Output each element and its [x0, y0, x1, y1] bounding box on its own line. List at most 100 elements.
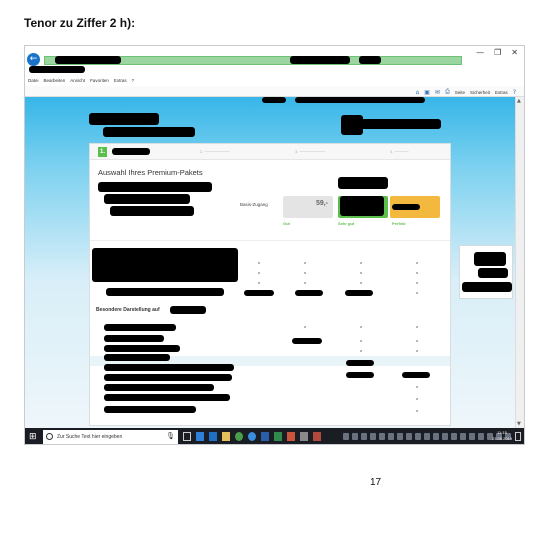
minimize-icon[interactable]: — [476, 48, 484, 57]
redacted-list-5 [104, 364, 234, 371]
browser-screenshot: ← — ❐ ✕ Datei Bearbeiten Ansicht Favorit… [24, 45, 525, 445]
explorer-icon[interactable] [222, 432, 230, 441]
print-icon[interactable]: ⎙ [445, 88, 450, 96]
powerpoint-icon[interactable] [287, 432, 295, 441]
section-special-display: Besondere Darstellung auf [96, 307, 160, 313]
help-icon[interactable]: ? [513, 89, 516, 96]
notification-icon[interactable] [515, 432, 521, 441]
toolbar-seite[interactable]: Seite [455, 90, 465, 95]
window-controls: — ❐ ✕ [476, 48, 518, 57]
edge-icon[interactable] [196, 432, 204, 441]
tray-icon[interactable] [379, 433, 385, 440]
redacted-bookmark [29, 66, 85, 73]
feature-dot [304, 282, 306, 284]
home-icon[interactable]: ⌂ [415, 89, 419, 96]
premium-package-card: 1. 2. ───────── 3. ───────── 4. ───── Au… [89, 143, 451, 426]
menu-datei[interactable]: Datei [28, 78, 39, 83]
menu-extras[interactable]: Extras [114, 78, 127, 83]
feature-dot [360, 282, 362, 284]
excel-icon[interactable] [274, 432, 282, 441]
feature-dot [360, 340, 362, 342]
redacted-list-3 [104, 345, 180, 352]
tray-icon[interactable] [478, 433, 484, 440]
app-icon[interactable] [313, 432, 321, 441]
redacted-value-2 [295, 290, 323, 296]
tray-icon[interactable] [343, 433, 349, 440]
vertical-scrollbar[interactable]: ▲ ▼ [515, 97, 524, 428]
outlook-icon[interactable] [209, 432, 217, 441]
taskbar-search-box[interactable]: Zur Suche Text hier eingeben 🎙 [43, 430, 178, 444]
task-view-icon[interactable] [183, 432, 191, 441]
menu-help[interactable]: ? [132, 78, 135, 83]
redacted-top-nav-2 [295, 97, 425, 103]
redacted-package-2-price [392, 204, 420, 210]
redacted-side-2 [478, 268, 508, 278]
tray-icon[interactable] [451, 433, 457, 440]
redacted-list-6 [104, 374, 232, 381]
feature-dot [416, 340, 418, 342]
tray-icon[interactable] [370, 433, 376, 440]
command-bar: ⌂ ▣ ✉ ⎙ Seite Sicherheit Extras ? [25, 86, 524, 97]
package-title: Auswahl Ihres Premium-Pakets [98, 168, 203, 177]
menu-bearbeiten[interactable]: Bearbeiten [44, 78, 66, 83]
feature-dot [304, 272, 306, 274]
step-3: 3. ───────── [295, 149, 325, 154]
taskbar-clock[interactable]: 11:15 23.05.2019 [492, 430, 512, 442]
chrome-icon[interactable] [235, 432, 243, 441]
windows-taskbar: ⊞ Zur Suche Text hier eingeben 🎙 11:15 2… [25, 428, 524, 444]
redacted-list-4 [104, 354, 170, 361]
tray-icon[interactable] [415, 433, 421, 440]
redacted-address-end [359, 56, 381, 64]
scroll-down-icon[interactable]: ▼ [517, 421, 521, 427]
windows-start-icon[interactable]: ⊞ [29, 432, 39, 442]
progress-steps: 1. 2. ───────── 3. ───────── 4. ───── [90, 144, 450, 160]
word-icon[interactable] [261, 432, 269, 441]
tray-icon[interactable] [433, 433, 439, 440]
web-page-content: 1. 2. ───────── 3. ───────── 4. ───── Au… [25, 97, 516, 428]
page-number: 17 [370, 477, 382, 488]
redacted-intro-3 [110, 206, 194, 216]
tray-icon[interactable] [460, 433, 466, 440]
menu-favoriten[interactable]: Favoriten [90, 78, 109, 83]
redacted-col-value-1 [292, 338, 322, 344]
maximize-icon[interactable]: ❐ [494, 48, 501, 57]
tray-icon[interactable] [469, 433, 475, 440]
mail-icon[interactable]: ✉ [435, 89, 440, 96]
basis-price: 59,- [315, 200, 328, 207]
feature-dot [416, 410, 418, 412]
step-1-marker: 1. [98, 147, 107, 157]
app-icon[interactable] [300, 432, 308, 441]
toolbar-extras[interactable]: Extras [495, 90, 508, 95]
clock-date: 23.05.2019 [491, 436, 512, 441]
feature-dot [360, 272, 362, 274]
step-4: 4. ───── [390, 149, 409, 154]
basis-price-box[interactable]: 59,- [283, 196, 333, 218]
feature-dot [360, 262, 362, 264]
tray-icon[interactable] [388, 433, 394, 440]
scroll-up-icon[interactable]: ▲ [517, 98, 521, 104]
redacted-value-3 [345, 290, 373, 296]
back-arrow-icon[interactable]: ← [27, 53, 40, 66]
tray-icon[interactable] [406, 433, 412, 440]
document-heading: Tenor zu Ziffer 2 h): [24, 16, 136, 30]
system-tray [343, 433, 511, 440]
close-icon[interactable]: ✕ [511, 48, 518, 57]
tray-icon[interactable] [442, 433, 448, 440]
taskbar-search-placeholder: Zur Suche Text hier eingeben [57, 434, 123, 440]
toolbar-sicherheit[interactable]: Sicherheit [470, 90, 490, 95]
redacted-list-8 [104, 394, 230, 401]
redacted-side-1 [474, 252, 506, 266]
feature-dot [360, 326, 362, 328]
feed-icon[interactable]: ▣ [424, 89, 430, 96]
feature-dot [416, 282, 418, 284]
tray-icon[interactable] [352, 433, 358, 440]
ie-icon[interactable] [248, 432, 256, 441]
tray-icon[interactable] [424, 433, 430, 440]
menu-ansicht[interactable]: Ansicht [70, 78, 85, 83]
redacted-package-name-1 [338, 177, 388, 189]
microphone-icon[interactable]: 🎙 [166, 432, 175, 440]
feature-dot [416, 398, 418, 400]
tray-icon[interactable] [361, 433, 367, 440]
redacted-step-1-label [112, 148, 150, 155]
tray-icon[interactable] [397, 433, 403, 440]
